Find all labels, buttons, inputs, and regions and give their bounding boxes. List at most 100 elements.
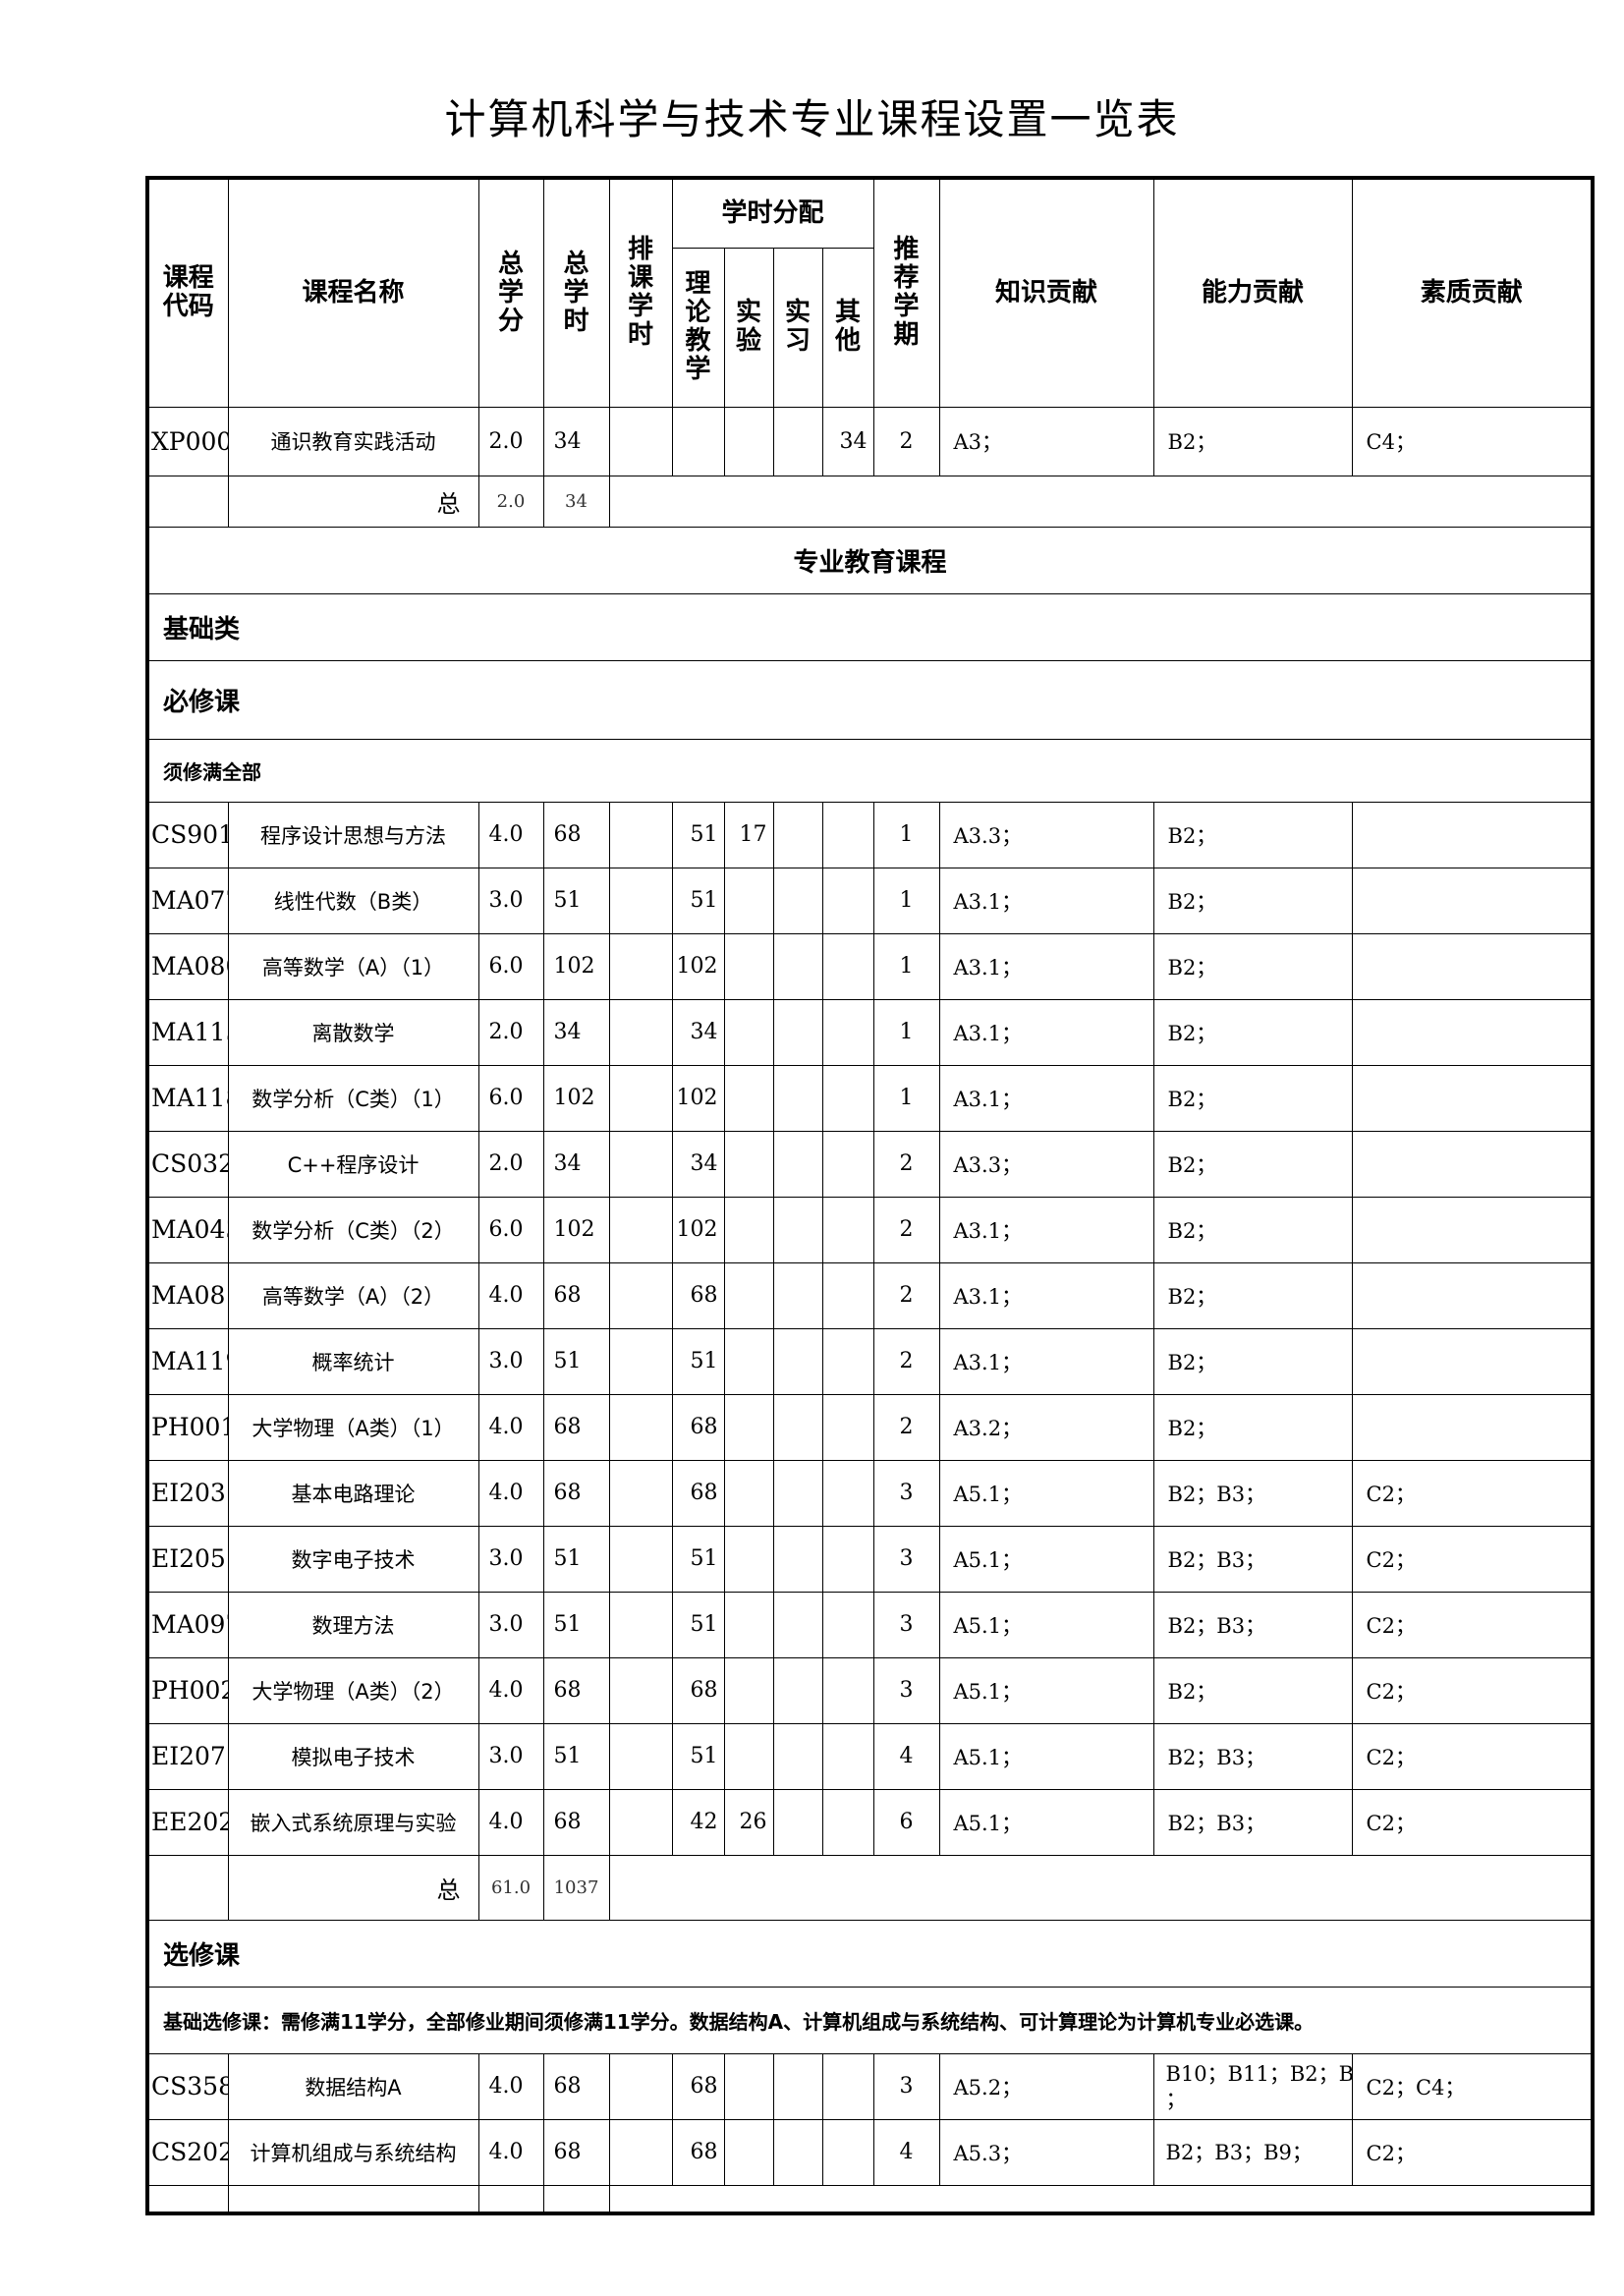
course-name: 数学分析（C类）（2） xyxy=(227,1196,479,1263)
course-theory: 68 xyxy=(671,1459,725,1527)
ability-line: B10；B11；B2；B9 xyxy=(1165,2061,1353,2086)
course-hours: 51 xyxy=(542,1327,610,1395)
course-knowledge: A5.2； xyxy=(938,2052,1154,2120)
course-knowledge: A5.3； xyxy=(938,2118,1154,2186)
course-ability: B2； xyxy=(1152,801,1353,868)
course-code: EI203 xyxy=(146,1459,229,1527)
table-row: MA118数学分析（C类）（1）6.01021021A3.1；B2； xyxy=(146,1064,1594,1132)
course-scheduled-hours xyxy=(608,1591,673,1658)
course-hours: 68 xyxy=(542,1788,610,1856)
course-hours: 68 xyxy=(542,1261,610,1329)
course-knowledge: A5.1； xyxy=(938,1459,1154,1527)
course-knowledge: A5.1； xyxy=(938,1591,1154,1658)
course-term: 2 xyxy=(872,1261,940,1329)
course-term: 2 xyxy=(872,1130,940,1198)
course-scheduled-hours xyxy=(608,1525,673,1593)
course-other xyxy=(821,1591,874,1658)
course-lab: 26 xyxy=(723,1788,774,1856)
course-credits: 6.0 xyxy=(477,1196,544,1263)
course-term: 6 xyxy=(872,1788,940,1856)
course-name: 数理方法 xyxy=(227,1591,479,1658)
course-lab xyxy=(723,1261,774,1329)
course-practice xyxy=(772,1261,823,1329)
section-professional: 专业教育课程 xyxy=(146,526,1594,594)
course-name: 数学分析（C类）（1） xyxy=(227,1064,479,1132)
course-code: CS202 xyxy=(146,2118,229,2186)
course-term: 4 xyxy=(872,2118,940,2186)
course-scheduled-hours xyxy=(608,1130,673,1198)
course-scheduled-hours xyxy=(608,1788,673,1856)
course-theory: 68 xyxy=(671,2052,725,2120)
table-row: CS032 C++程序设计 2.0 34 34 2 A3.3； B2； xyxy=(146,1130,1594,1198)
course-theory: 102 xyxy=(671,1064,725,1132)
course-name: 嵌入式系统原理与实验 xyxy=(227,1788,479,1856)
course-ability: B2；B3； xyxy=(1152,1591,1353,1658)
course-theory: 34 xyxy=(671,1130,725,1198)
course-scheduled-hours xyxy=(608,1327,673,1395)
course-term: 2 xyxy=(872,406,940,476)
course-quality xyxy=(1351,1130,1594,1198)
course-hours: 51 xyxy=(542,1591,610,1658)
course-scheduled-hours xyxy=(608,1261,673,1329)
total-label: 总 xyxy=(227,475,479,528)
course-other xyxy=(821,1130,874,1198)
course-code: MA077 xyxy=(146,867,229,934)
course-credits: 4.0 xyxy=(477,1393,544,1461)
course-theory: 51 xyxy=(671,1591,725,1658)
course-term: 3 xyxy=(872,1591,940,1658)
course-lab xyxy=(723,1656,774,1724)
course-code: MA081 xyxy=(146,1261,229,1329)
course-lab xyxy=(723,998,774,1066)
table-row: MA080高等数学（A）（1）6.01021021A3.1；B2； xyxy=(146,932,1594,1000)
course-ability: B2； xyxy=(1152,998,1353,1066)
course-ability: B2； xyxy=(1152,406,1353,476)
course-name: 大学物理（A类）（2） xyxy=(227,1656,479,1724)
course-credits: 4.0 xyxy=(477,1261,544,1329)
course-ability: B2； xyxy=(1152,1130,1353,1198)
course-term: 1 xyxy=(872,932,940,1000)
course-credits: 4.0 xyxy=(477,801,544,868)
course-term: 3 xyxy=(872,1525,940,1593)
course-credits: 3.0 xyxy=(477,867,544,934)
course-scheduled-hours xyxy=(608,2118,673,2186)
course-code: MA119 xyxy=(146,1327,229,1395)
course-practice xyxy=(772,1130,823,1198)
course-term: 2 xyxy=(872,1393,940,1461)
course-scheduled-hours xyxy=(608,1393,673,1461)
course-quality xyxy=(1351,801,1594,868)
course-credits: 3.0 xyxy=(477,1327,544,1395)
course-theory: 68 xyxy=(671,2118,725,2186)
course-theory: 51 xyxy=(671,1722,725,1790)
course-theory: 68 xyxy=(671,1261,725,1329)
course-term: 1 xyxy=(872,1064,940,1132)
elective-courses: CS358 数据结构A 4.0 68 68 3 A5.2； B10；B11；B2；B9； C2；… xyxy=(146,2052,1594,2186)
course-practice xyxy=(772,2052,823,2120)
course-practice xyxy=(772,1459,823,1527)
course-hours: 102 xyxy=(542,1196,610,1263)
col-header-hour-allocation: 学时分配 xyxy=(671,177,874,249)
section-row: 基础选修课：需修满11学分，全部修业期间须修满11学分。数据结构A、计算机组成与… xyxy=(146,1986,1594,2054)
course-other xyxy=(821,1064,874,1132)
course-hours: 68 xyxy=(542,1656,610,1724)
total-hours: 34 xyxy=(542,475,610,528)
course-credits: 3.0 xyxy=(477,1591,544,1658)
course-term: 3 xyxy=(872,1459,940,1527)
course-theory xyxy=(671,406,725,476)
course-credits: 4.0 xyxy=(477,1656,544,1724)
course-hours: 68 xyxy=(542,801,610,868)
table-row: EI203 基本电路理论 4.0 68 68 3 A5.1； B2；B3； C2； xyxy=(146,1459,1594,1527)
course-scheduled-hours xyxy=(608,1196,673,1263)
course-other xyxy=(821,2052,874,2120)
course-code: PH002 xyxy=(146,1656,229,1724)
course-name: C++程序设计 xyxy=(227,1130,479,1198)
course-lab xyxy=(723,2118,774,2186)
course-code: CS901 xyxy=(146,801,229,868)
course-term: 2 xyxy=(872,1327,940,1395)
course-scheduled-hours xyxy=(608,406,673,476)
page-title: 计算机科学与技术专业课程设置一览表 xyxy=(444,95,1180,143)
course-code: MA043 xyxy=(146,1196,229,1263)
course-hours: 34 xyxy=(542,406,610,476)
course-name: 基本电路理论 xyxy=(227,1459,479,1527)
total-label: 总 xyxy=(227,1854,479,1921)
course-other xyxy=(821,1196,874,1263)
